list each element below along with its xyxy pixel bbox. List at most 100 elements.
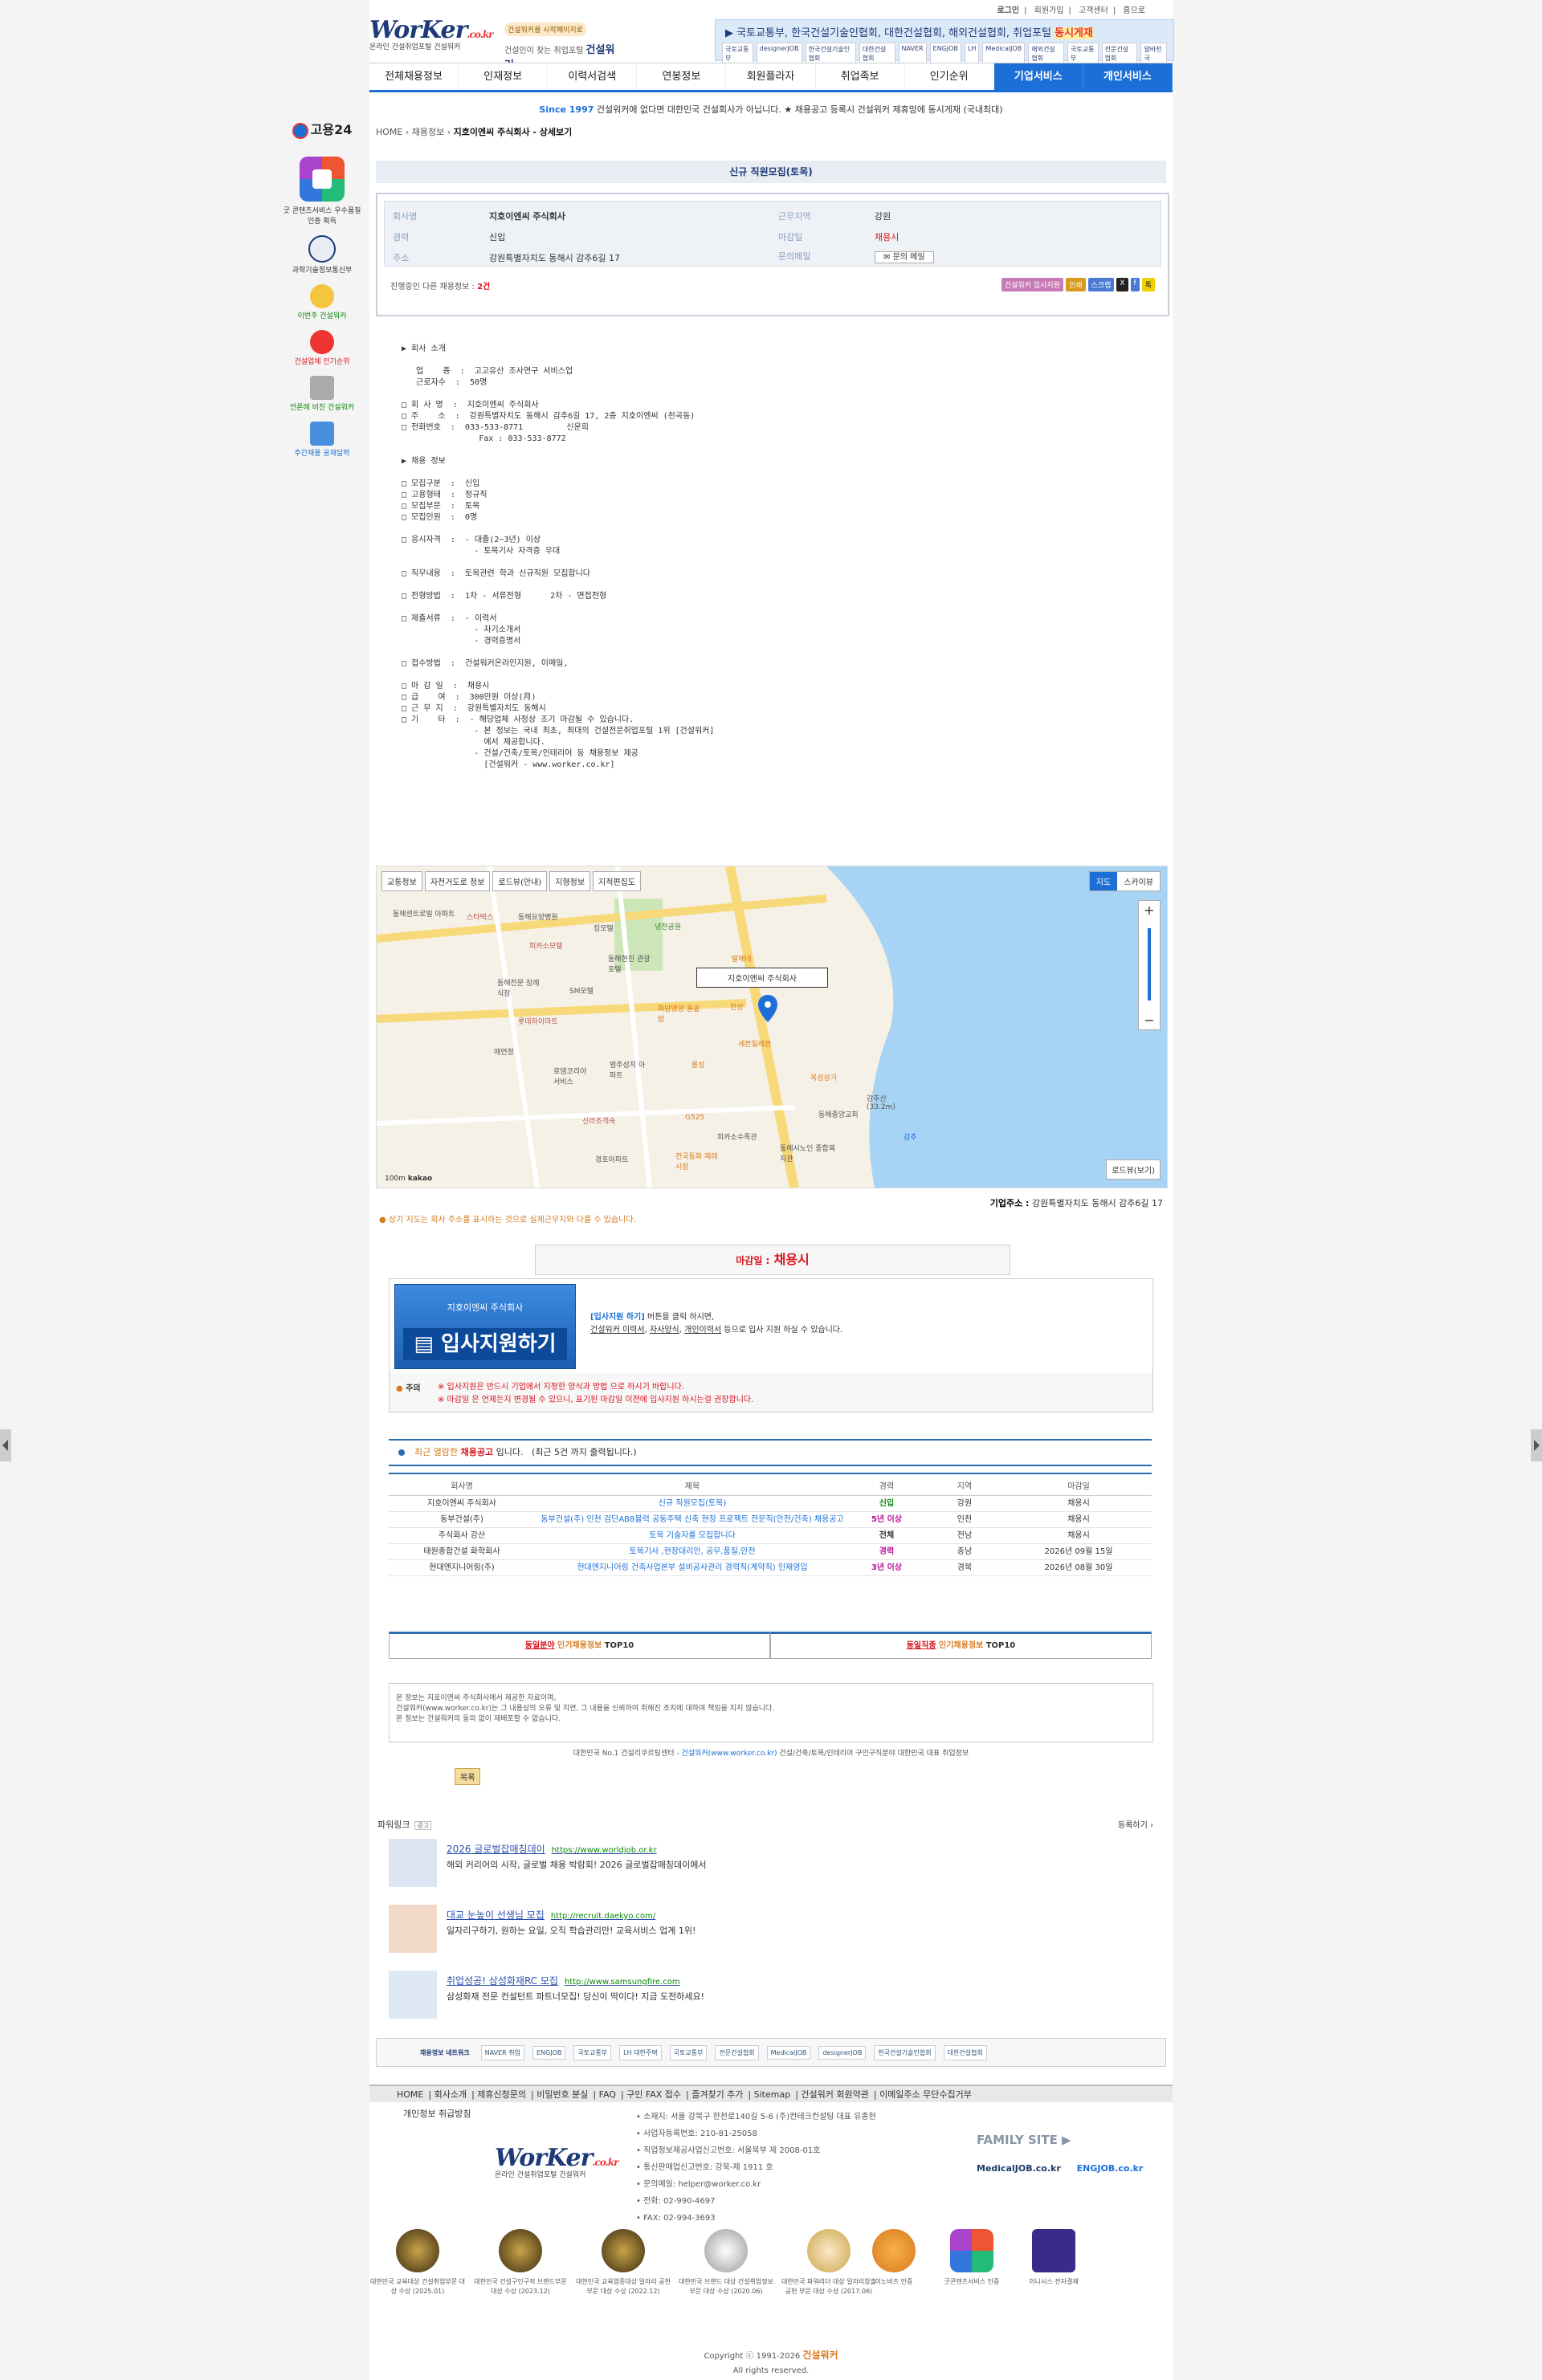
family-medicaljob[interactable]: MedicalJOB.co.kr xyxy=(977,2163,1061,2174)
map-tool-traffic[interactable]: 교통정보 xyxy=(381,871,422,891)
table-row[interactable]: 지호이엔씨 주식회사 신규 직원모집(토목) 신입 강원 채용시 xyxy=(389,1495,1152,1512)
register-ad-link[interactable]: 등록하기 › xyxy=(1118,1818,1153,1830)
zoom-out-button[interactable]: − xyxy=(1139,1013,1160,1028)
apply-button[interactable]: 지호이엔씨 주식회사 ▤ 입사지원하기 xyxy=(394,1284,576,1369)
footer-link[interactable]: 건설워커 회원약관 xyxy=(801,2089,868,2100)
footer-link[interactable]: FAQ xyxy=(599,2089,616,2100)
footer-link[interactable]: 즐겨찾기 추가 xyxy=(691,2089,743,2100)
ad-item[interactable]: 2026 글로벌잡매칭데이 https://www.worldjob.or.kr … xyxy=(389,1839,1112,1887)
nav-company-service[interactable]: 기업서비스 xyxy=(993,63,1083,90)
map-place: 킹모텔 xyxy=(594,925,614,933)
x-share-icon[interactable]: X xyxy=(1116,278,1128,291)
list-button[interactable]: 목록 xyxy=(455,1768,481,1785)
scrap-button[interactable]: 스크랩 xyxy=(1087,278,1115,291)
home-link[interactable]: 홈으로 xyxy=(1123,6,1145,15)
nav-personal-service[interactable]: 개인서비스 xyxy=(1083,63,1173,90)
map-tool-cadastral[interactable]: 지적편집도 xyxy=(593,871,642,891)
next-arrow[interactable] xyxy=(1531,1429,1542,1461)
apply-small-button[interactable]: 건설워커 입사지원 xyxy=(1001,278,1063,291)
nav-resume-search[interactable]: 이력서검색 xyxy=(548,63,638,90)
resume-link[interactable]: 건설워커 이력서 xyxy=(590,1326,645,1335)
ad-thumbnail xyxy=(389,1970,437,2019)
nav-salary[interactable]: 연봉정보 xyxy=(637,63,727,90)
crumb-home[interactable]: HOME xyxy=(376,127,402,137)
family-engjob[interactable]: ENGJOB.co.kr xyxy=(1077,2163,1144,2174)
left-item-press[interactable]: 언론에 비친 건설워커 xyxy=(283,375,361,412)
others-count[interactable]: 2건 xyxy=(477,283,490,291)
table-row[interactable]: 현대엔지니어링(주) 현대엔지니어링 건축사업본부 설비공사관리 경력직(계약직… xyxy=(389,1559,1152,1576)
map-type-skyview[interactable]: 스카이뷰 xyxy=(1117,872,1160,890)
company-name: 지호이엔씨 주식회사 xyxy=(489,211,565,222)
table-row[interactable]: 주식회사 강산 토목 기술자를 모집합니다 전체 전남 채용시 xyxy=(389,1527,1152,1544)
own-form-link[interactable]: 자사양식 xyxy=(650,1326,679,1335)
nav-all-jobs[interactable]: 전체채용정보 xyxy=(369,63,459,90)
facebook-share-icon[interactable]: f xyxy=(1130,278,1140,291)
roadview-button[interactable]: 로드뷰(보기) xyxy=(1106,1159,1161,1180)
nav-ranking[interactable]: 인기순위 xyxy=(905,63,994,90)
map-place: 한성 xyxy=(730,1004,744,1012)
goyong24-logo[interactable]: 고용24 xyxy=(283,119,361,139)
nav-job-tips[interactable]: 취업족보 xyxy=(816,63,905,90)
map-tool-terrain[interactable]: 지형정보 xyxy=(549,871,591,891)
nav-talent[interactable]: 인재정보 xyxy=(459,63,549,90)
start-page-badge[interactable]: 건설워커를 시작페이지로 xyxy=(504,22,586,36)
map-type-map[interactable]: 지도 xyxy=(1089,872,1118,890)
partner-logo[interactable]: 국토교통부 xyxy=(573,2044,612,2060)
partner-banner[interactable]: ▶ 국토교통부, 한국건설기술인협회, 대한건설협회, 해외건설협회, 취업포털… xyxy=(715,19,1174,65)
map-scale: 100m kakao xyxy=(385,1175,433,1183)
partner-logo[interactable]: 한국건설기술인협회 xyxy=(874,2044,936,2060)
location-map[interactable]: 동해센트로빌 아파트 스타벅스 동해요양병원 킹모텔 냉천공원 피카소모텔 동해… xyxy=(376,866,1168,1188)
site-logo[interactable]: WorKer.co.kr 온라인 건설취업포털 건설워커 xyxy=(369,16,498,51)
award-item: 대한민국 교육업종대상 일자리 공헌부문 대상 수상 (2022.12) xyxy=(575,2229,671,2296)
footer-link[interactable]: 제휴신청문의 xyxy=(477,2089,526,2100)
footer-link[interactable]: 비밀번호 분실 xyxy=(536,2089,588,2100)
footer-link[interactable]: 구인 FAX 접수 xyxy=(626,2089,681,2100)
banner-logo: 전문건설협회 xyxy=(1101,43,1138,65)
map-tool-bike[interactable]: 자전거도로 정보 xyxy=(424,871,491,891)
login-link[interactable]: 로그인 xyxy=(997,6,1019,15)
partner-logo[interactable]: 대한건설협회 xyxy=(943,2044,987,2060)
prev-arrow[interactable] xyxy=(0,1429,11,1461)
partner-logo[interactable]: designerJOB xyxy=(818,2045,867,2060)
partner-logo[interactable]: ENGJOB xyxy=(532,2045,566,2060)
privacy-link[interactable]: 개인정보 취급방침 xyxy=(403,2107,471,2120)
ad-item[interactable]: 대교 눈높이 선생님 모집 http://recruit.daekyo.com/ … xyxy=(389,1905,1112,1953)
join-link[interactable]: 회원가입 xyxy=(1034,6,1064,15)
copyright: Copyright ⓒ 1991-2026 건설워커 All rights re… xyxy=(704,2349,838,2375)
nav-member-plaza[interactable]: 회원플라자 xyxy=(726,63,816,90)
table-row[interactable]: 태원종합건설 화학회사 토목기사 ,현장대리인, 공무,품질,안전 경력 충남 … xyxy=(389,1543,1152,1560)
tab-same-job-top10[interactable]: 동일직종 인기채용정보 TOP10 xyxy=(770,1632,1152,1659)
zoom-in-button[interactable]: + xyxy=(1139,903,1160,918)
partner-logo[interactable]: 국토교통부 xyxy=(669,2044,708,2060)
map-place: 동해전문 장례식장 xyxy=(497,980,540,998)
footer-link[interactable]: HOME xyxy=(397,2089,423,2100)
company-address: 기업주소 : 강원특별자치도 동해시 감추6길 17 xyxy=(989,1198,1163,1208)
footer-link[interactable]: 회사소개 xyxy=(434,2089,467,2100)
inquiry-mail-button[interactable]: ✉ 문의 메일 xyxy=(875,251,934,263)
partner-logo[interactable]: LH 대한주택 xyxy=(619,2044,662,2060)
partner-logo[interactable]: NAVER 취업 xyxy=(480,2044,524,2060)
table-row[interactable]: 동부건설(주) 동부건설(주) 인천 검단AB8블럭 공동주택 신축 현장 프로… xyxy=(389,1511,1152,1528)
left-item-weekly[interactable]: 이번주 건설워커 xyxy=(283,283,361,320)
footer-link[interactable]: 이메일주소 무단수집거부 xyxy=(879,2089,972,2100)
main-nav: 전체채용정보 인재정보 이력서검색 연봉정보 회원플라자 취업족보 인기순위 기… xyxy=(369,63,1173,92)
personal-resume-link[interactable]: 개인이력서 xyxy=(684,1326,721,1335)
ad-item[interactable]: 취업성공! 삼성화재RC 모집 http://www.samsungfire.co… xyxy=(389,1970,1112,2019)
zoom-slider[interactable] xyxy=(1148,928,1151,1000)
ministry-logo[interactable]: 과학기술정보통신부 xyxy=(283,234,361,275)
kakaotalk-share-icon[interactable]: 톡 xyxy=(1141,278,1155,291)
support-link[interactable]: 고객센터 xyxy=(1079,6,1108,15)
map-tool-roadview[interactable]: 로드뷰(안내) xyxy=(492,871,548,891)
crumb-jobs[interactable]: 채용정보 xyxy=(412,127,444,137)
map-place: 신라조객숙 xyxy=(582,1118,616,1126)
good-content-text: 굿 콘텐츠서비스 우수품질인증 획득 xyxy=(283,206,361,226)
left-item-calendar[interactable]: 주간채용 공채달력 xyxy=(283,421,361,458)
footer-link[interactable]: Sitemap xyxy=(754,2089,791,2100)
left-item-ranking[interactable]: 건설업체 인기순위 xyxy=(283,329,361,366)
tab-same-field-top10[interactable]: 동일분야 인기채용정보 TOP10 xyxy=(389,1632,770,1659)
partner-logo[interactable]: 전문건설협회 xyxy=(715,2044,759,2060)
deadline-bar: 마감일 : 채용시 xyxy=(535,1245,1010,1275)
partner-logo[interactable]: MedicalJOB xyxy=(766,2045,811,2060)
site-tagline: 대한민국 No.1 건설리쿠르팅센터 - 건설워커(www.worker.co.… xyxy=(573,1750,969,1758)
print-button[interactable]: 인쇄 xyxy=(1065,278,1086,291)
